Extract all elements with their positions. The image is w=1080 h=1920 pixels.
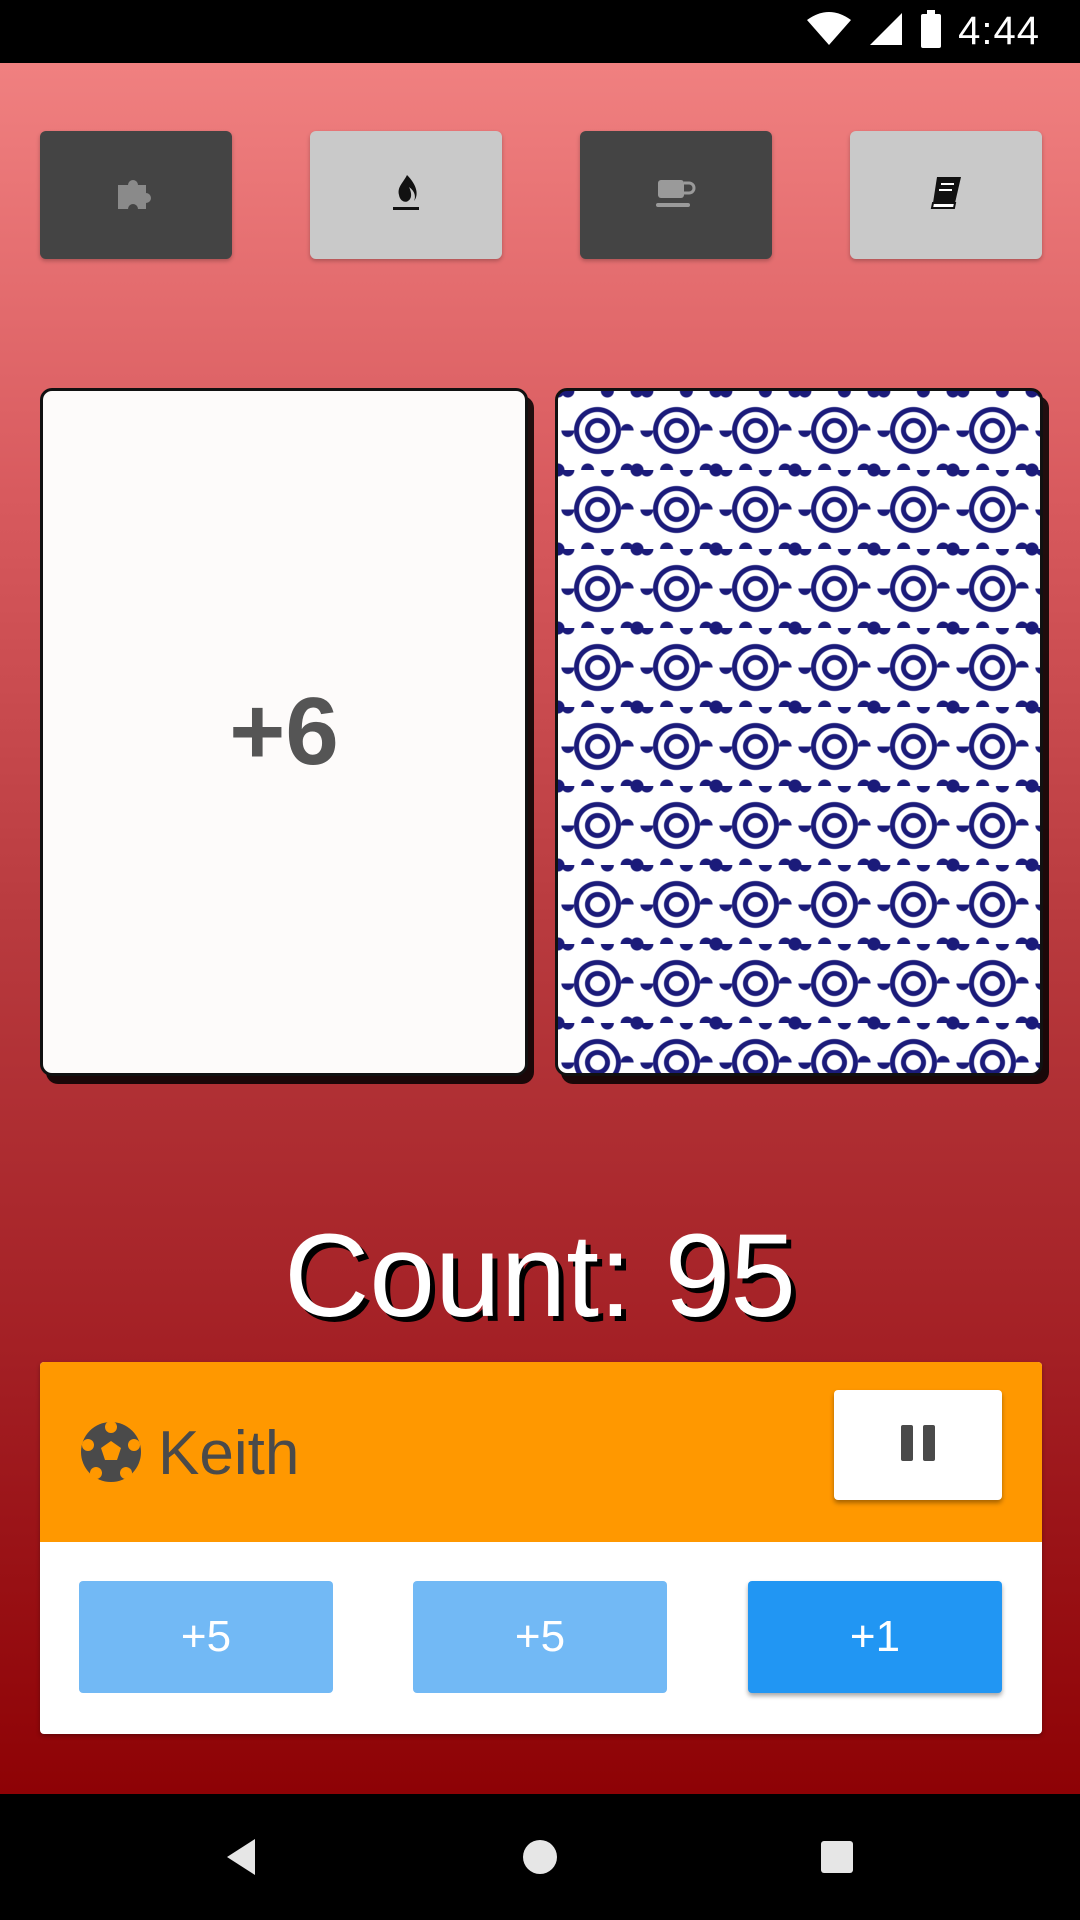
coffee-mode-button[interactable] (580, 131, 772, 259)
player-panel: Keith +5 +5 +1 (40, 1362, 1042, 1734)
soccer-ball-icon (78, 1419, 144, 1485)
battery-icon (920, 10, 942, 53)
back-icon[interactable] (214, 1830, 268, 1884)
puzzle-icon (116, 175, 156, 216)
card-value: +6 (229, 678, 339, 785)
count-display: Count: 95 (284, 1210, 796, 1342)
add-1-button[interactable]: +1 (748, 1581, 1002, 1693)
face-up-card: +6 (40, 388, 528, 1076)
signal-icon (868, 12, 904, 51)
coffee-icon (654, 176, 698, 215)
add-button-label: +5 (180, 1612, 232, 1661)
fire-icon (389, 173, 423, 218)
player-name: Keith (158, 1419, 300, 1488)
book-icon (927, 175, 965, 216)
add-button-label: +5 (514, 1612, 566, 1661)
status-bar: 4:44 (0, 0, 1080, 63)
game-screen: +6 Count: 95 Keith +5 +5 +1 (0, 63, 1080, 1794)
puzzle-mode-button[interactable] (40, 131, 232, 259)
add-5-button-1[interactable]: +5 (79, 1581, 333, 1693)
pause-button[interactable] (834, 1390, 1002, 1500)
status-icons: 4:44 (806, 0, 1040, 63)
player-header: Keith (40, 1362, 1042, 1542)
wifi-icon (806, 12, 852, 51)
navigation-bar (0, 1794, 1080, 1920)
draw-pile-card[interactable] (555, 388, 1043, 1076)
book-mode-button[interactable] (850, 131, 1042, 259)
add-5-button-2[interactable]: +5 (413, 1581, 667, 1693)
status-time: 4:44 (958, 9, 1040, 53)
pause-icon (898, 1423, 938, 1468)
recents-icon[interactable] (810, 1830, 864, 1884)
add-button-label: +1 (849, 1612, 901, 1661)
fire-mode-button[interactable] (310, 131, 502, 259)
home-icon[interactable] (513, 1830, 567, 1884)
